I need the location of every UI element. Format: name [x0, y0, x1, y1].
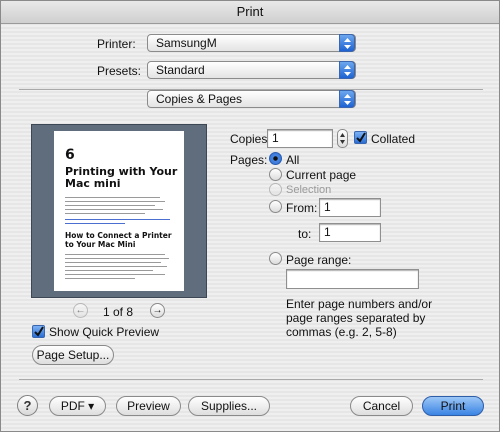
pdf-menu-button[interactable]: PDF ▾: [49, 396, 106, 416]
presets-value: Standard: [156, 63, 205, 77]
presets-popup[interactable]: Standard: [147, 61, 356, 79]
radio-all[interactable]: [269, 152, 282, 165]
preview-text-line: [65, 197, 160, 198]
page-indicator: 1 of 8: [103, 305, 134, 319]
section-value: Copies & Pages: [156, 92, 243, 106]
arrow-left-icon: ←: [75, 305, 86, 316]
pages-label: Pages:: [230, 153, 268, 167]
radio-current-page-label: Current page: [286, 168, 357, 182]
to-page-field[interactable]: 1: [319, 223, 381, 242]
section-popup[interactable]: Copies & Pages: [147, 90, 356, 108]
presets-label: Presets:: [97, 64, 142, 78]
divider: [19, 379, 483, 380]
radio-from[interactable]: [269, 200, 282, 213]
preview-link-line: [65, 219, 170, 220]
preview-text-line: [65, 254, 165, 255]
collated-label: Collated: [371, 132, 416, 146]
preview-text-line: [65, 266, 167, 267]
preview-text-line: [65, 201, 165, 202]
preview-link-line: [65, 223, 125, 224]
popup-arrows-icon: [339, 34, 355, 52]
popup-arrows-icon: [339, 90, 355, 108]
to-label: to:: [298, 227, 312, 241]
preview-chapter-title: Printing with Your Mac mini: [65, 165, 178, 190]
preview-button[interactable]: Preview: [116, 396, 181, 416]
radio-page-range-label: Page range:: [286, 253, 352, 267]
radio-current-page[interactable]: [269, 168, 282, 181]
radio-selection-label: Selection: [286, 184, 332, 196]
preview-text-line: [65, 274, 165, 275]
title-bar: Print: [1, 1, 499, 24]
preview-text-line: [65, 262, 161, 263]
radio-from-label: From:: [286, 201, 318, 215]
copies-label: Copies:: [230, 132, 271, 146]
supplies-button[interactable]: Supplies...: [188, 396, 270, 416]
preview-page: 6 Printing with Your Mac mini How to Con…: [54, 131, 184, 291]
checkmark-icon: [356, 132, 366, 143]
show-quick-preview-label: Show Quick Preview: [49, 325, 160, 339]
printer-label: Printer:: [97, 37, 136, 51]
collated-checkbox[interactable]: [354, 131, 367, 144]
page-range-field[interactable]: [286, 269, 419, 289]
preview-text-line: [65, 209, 163, 210]
preview-text-line: [65, 270, 153, 271]
preview-heading: How to Connect a Printer to Your Mac Min…: [65, 231, 172, 249]
stepper-arrows-icon: [340, 133, 345, 144]
printer-popup[interactable]: SamsungM: [147, 34, 356, 52]
preview-text-line: [65, 278, 135, 279]
printer-value: SamsungM: [156, 36, 217, 50]
radio-all-label: All: [286, 153, 300, 167]
arrow-right-icon: →: [152, 305, 163, 316]
help-button[interactable]: ?: [17, 395, 38, 416]
page-range-hint: Enter page numbers and/or page ranges se…: [286, 297, 433, 339]
print-button[interactable]: Print: [422, 396, 484, 416]
checkmark-icon: [34, 326, 44, 337]
preview-text-line: [65, 205, 155, 206]
cancel-button[interactable]: Cancel: [350, 396, 413, 416]
copies-field[interactable]: 1: [267, 129, 333, 148]
page-setup-button[interactable]: Page Setup...: [32, 345, 114, 365]
previous-page-button[interactable]: ←: [73, 303, 88, 318]
preview-text-line: [65, 213, 145, 214]
print-dialog: Print Printer: SamsungM Presets: Standar…: [0, 0, 500, 432]
next-page-button[interactable]: →: [150, 303, 165, 318]
quick-preview: 6 Printing with Your Mac mini How to Con…: [31, 124, 207, 298]
popup-arrows-icon: [339, 61, 355, 79]
show-quick-preview-checkbox[interactable]: [32, 325, 45, 338]
preview-chapter-number: 6: [65, 147, 75, 163]
radio-page-range[interactable]: [269, 252, 282, 265]
window-title: Print: [236, 4, 264, 19]
radio-selection[interactable]: [269, 183, 282, 196]
copies-stepper[interactable]: [337, 129, 348, 148]
from-page-field[interactable]: 1: [319, 198, 381, 217]
preview-text-line: [65, 258, 169, 259]
